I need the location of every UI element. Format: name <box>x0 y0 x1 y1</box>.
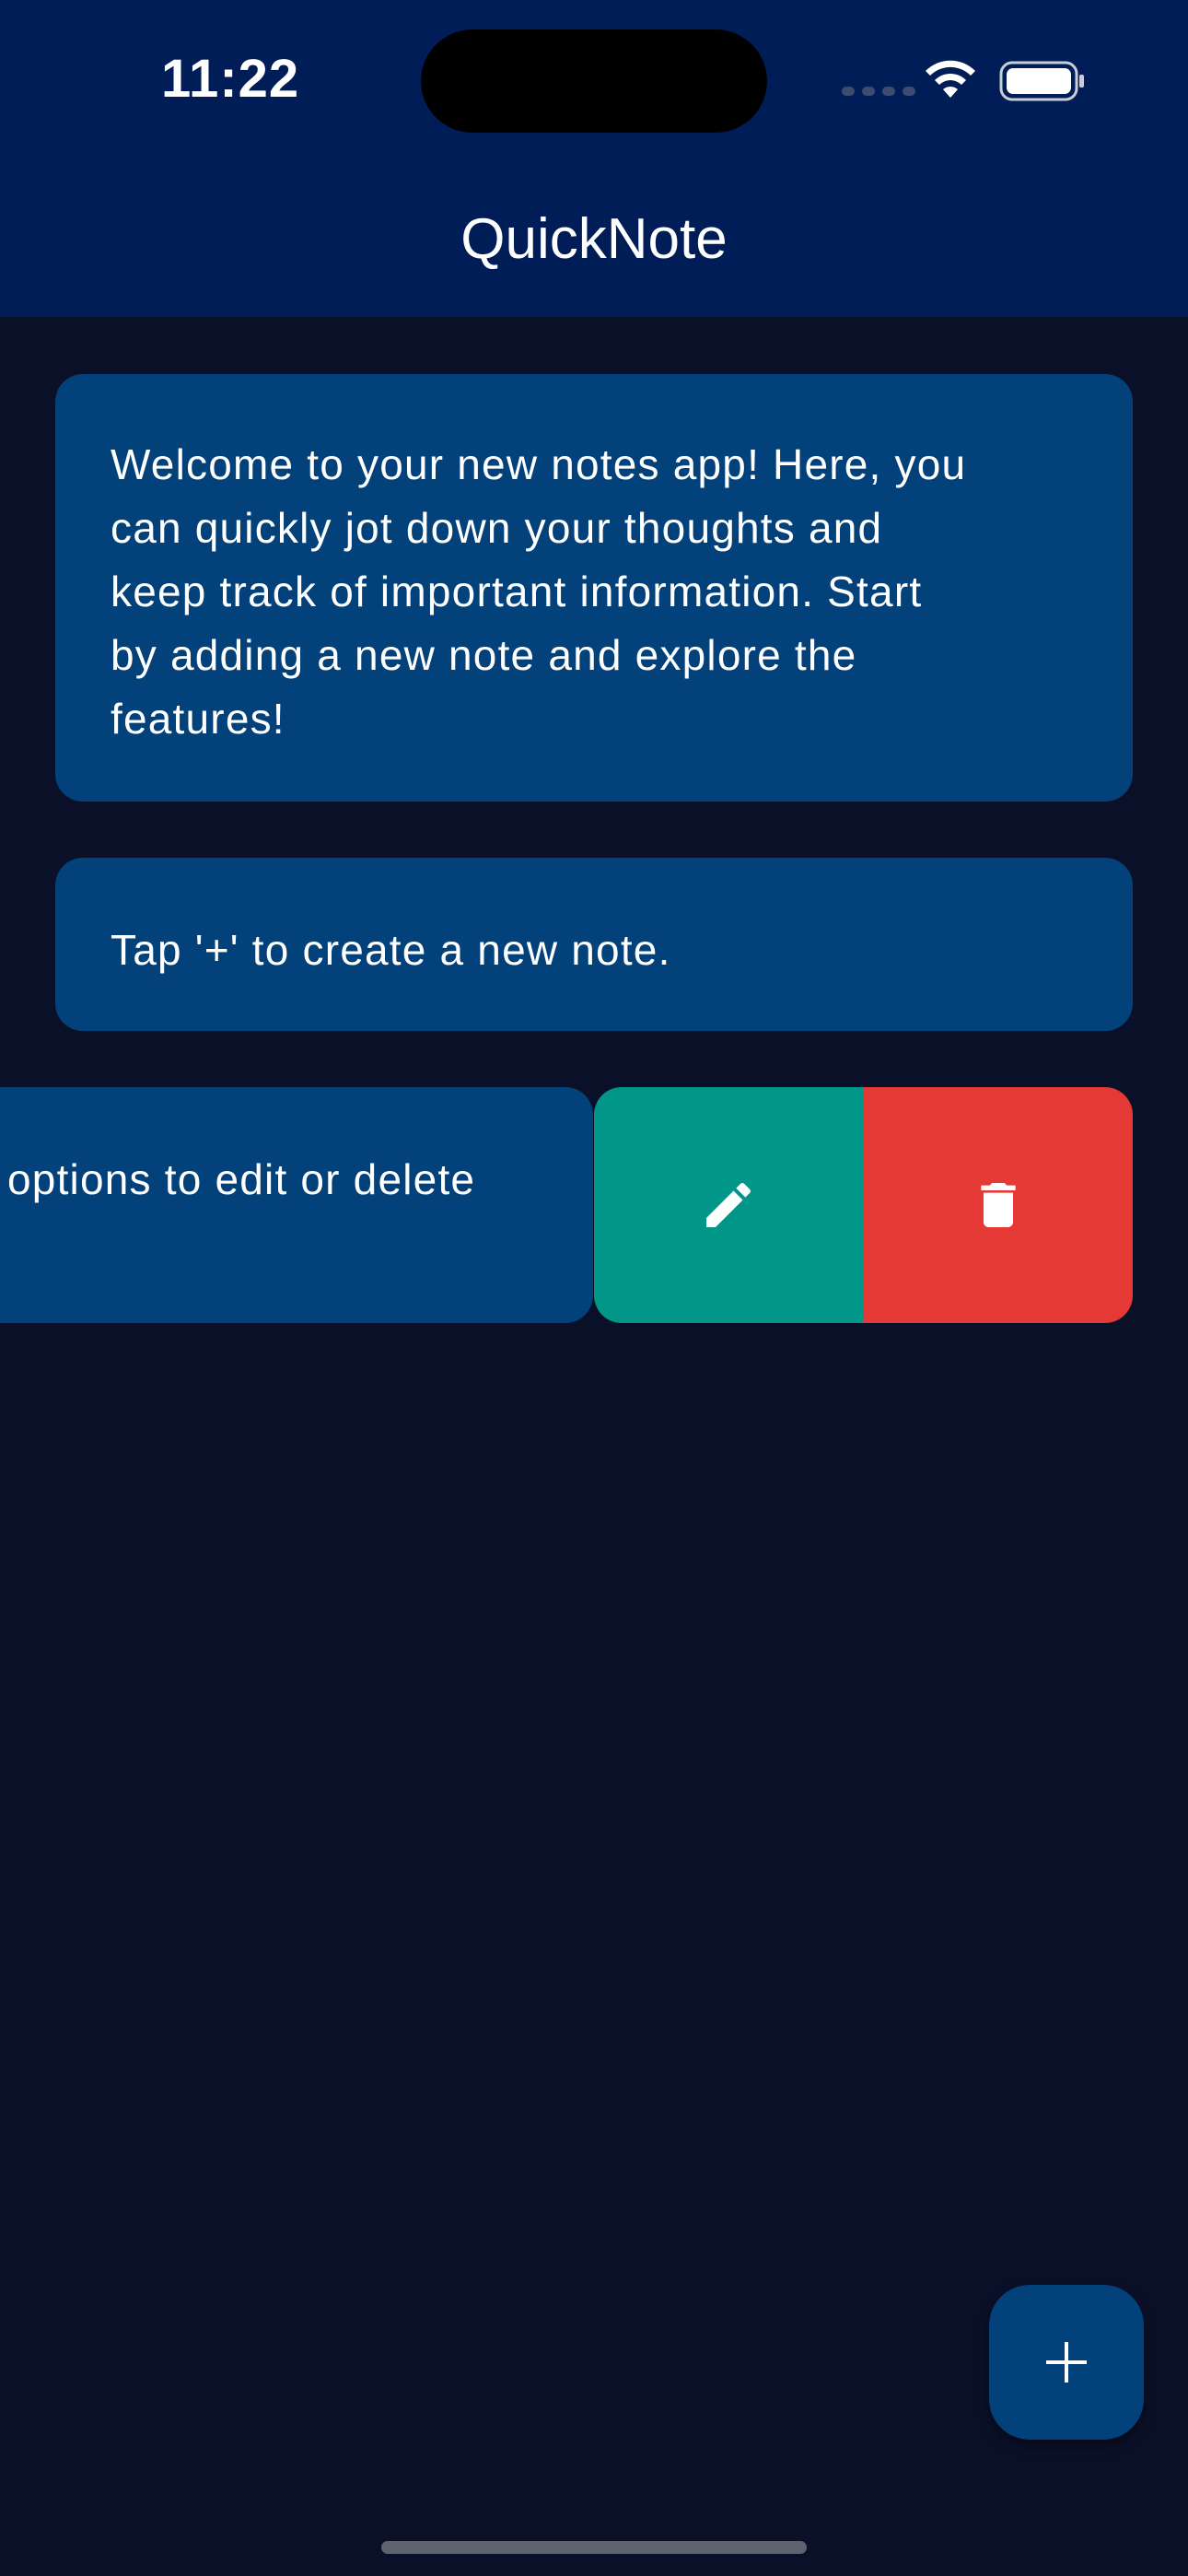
add-note-button[interactable] <box>989 2285 1144 2440</box>
plus-icon <box>1046 2342 1087 2383</box>
note-text: Tap '+' to create a new note. <box>111 926 671 974</box>
app-bar: 11:22 QuickNote <box>0 0 1188 317</box>
note-card[interactable]: Tap '+' to create a new note. <box>55 858 1133 1031</box>
cellular-signal-icon <box>842 87 915 96</box>
note-text: options to edit or delete <box>7 1155 476 1203</box>
wifi-icon <box>926 60 975 98</box>
dynamic-island <box>421 29 767 133</box>
trash-icon <box>980 1183 1016 1227</box>
delete-note-button[interactable] <box>863 1087 1133 1323</box>
home-indicator[interactable] <box>381 2541 807 2554</box>
pencil-icon <box>706 1182 751 1227</box>
status-time: 11:22 <box>161 49 300 109</box>
note-card[interactable]: Welcome to your new notes app! Here, you… <box>55 374 1133 802</box>
edit-note-button[interactable] <box>594 1087 863 1323</box>
battery-icon <box>999 61 1084 101</box>
app-title: QuickNote <box>460 207 728 271</box>
note-card-swiped[interactable]: options to edit or delete <box>0 1087 593 1323</box>
note-text: Welcome to your new notes app! Here, you… <box>111 440 967 743</box>
